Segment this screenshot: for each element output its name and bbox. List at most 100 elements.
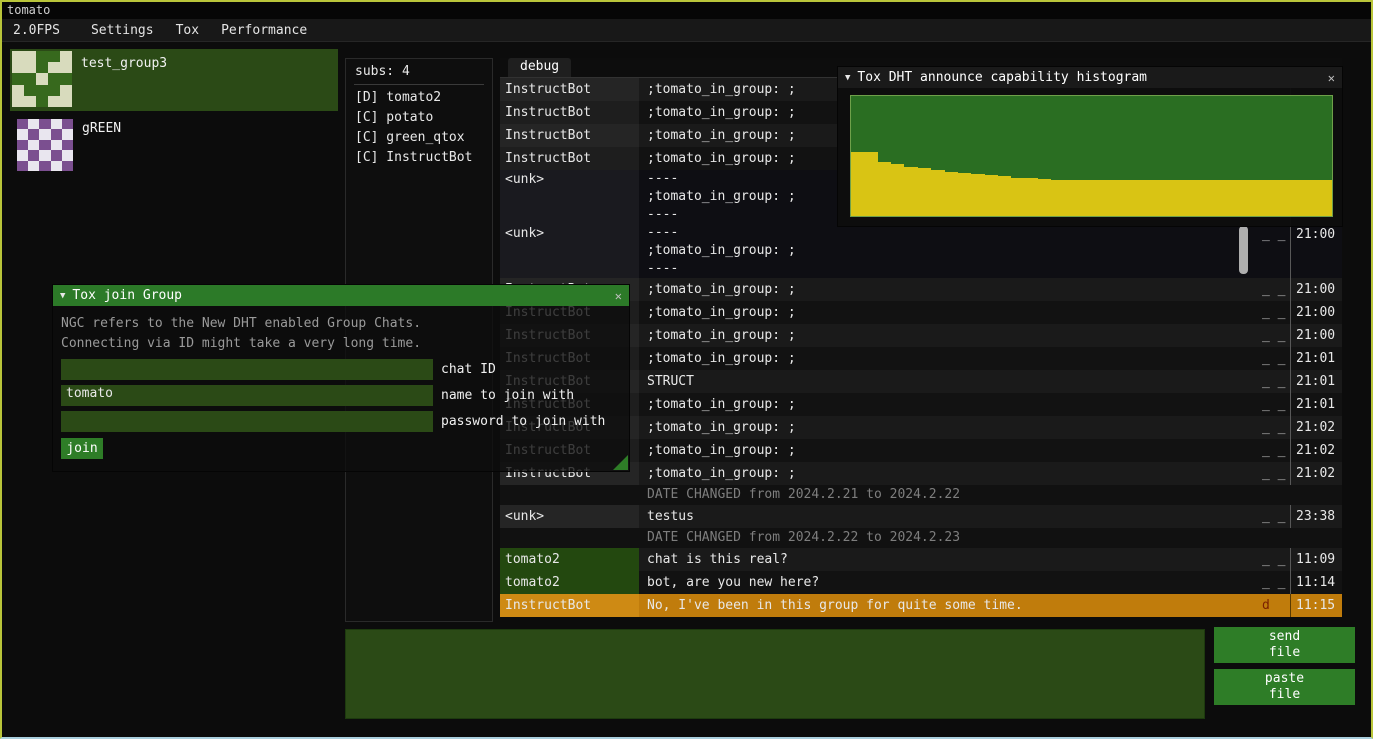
sender-name: tomato2: [500, 571, 639, 594]
message-text: ;tomato_in_group: ;: [639, 304, 1258, 322]
group-name: test_group3: [81, 51, 167, 109]
message-text: ;tomato_in_group: ;: [639, 442, 1258, 460]
message-status-flags: _ _: [1258, 509, 1290, 524]
sender-name: <unk>: [500, 505, 639, 528]
message-time: 21:01: [1290, 393, 1342, 416]
menu-item-settings[interactable]: Settings: [80, 19, 165, 41]
message-status-flags: _ _: [1258, 552, 1290, 567]
paste-file-button[interactable]: paste file: [1214, 669, 1355, 705]
app-window: tomato 2.0FPS Settings Tox Performance t…: [0, 0, 1373, 739]
message-text: ;tomato_in_group: ;: [639, 327, 1258, 345]
join-window-title: Tox join Group: [72, 288, 607, 303]
sender-name: InstructBot: [500, 124, 639, 147]
window-title: tomato: [7, 3, 50, 17]
message-text: STRUCT: [639, 373, 1258, 391]
group-item-green[interactable]: gREEN: [10, 114, 338, 176]
message-time: 23:38: [1290, 505, 1342, 528]
message-status-flags: _ _: [1258, 305, 1290, 320]
message-status-flags: _ _: [1258, 443, 1290, 458]
message-time: 11:14: [1290, 571, 1342, 594]
message-text: No, I've been in this group for quite so…: [639, 597, 1258, 615]
join-window-titlebar[interactable]: ▼ Tox join Group ✕: [53, 285, 629, 306]
message-status-flags: _ _: [1258, 374, 1290, 389]
histogram-window-title: Tox DHT announce capability histogram: [857, 70, 1320, 85]
chat-id-input[interactable]: [61, 359, 433, 380]
close-icon[interactable]: ✕: [1328, 71, 1335, 85]
histogram-window-titlebar[interactable]: ▼ Tox DHT announce capability histogram …: [838, 67, 1342, 88]
join-password-label: password to join with: [441, 414, 605, 429]
group-name: gREEN: [82, 116, 121, 174]
join-name-input[interactable]: tomato: [61, 385, 433, 406]
message-time: 21:00: [1290, 224, 1342, 278]
message-time: 21:00: [1290, 301, 1342, 324]
collapse-arrow-icon[interactable]: ▼: [845, 73, 850, 83]
message-time: 11:09: [1290, 548, 1342, 571]
member-item[interactable]: [C] green_qtox: [346, 128, 492, 148]
message-status-flags: _ _: [1258, 282, 1290, 297]
member-item[interactable]: [C] InstructBot: [346, 148, 492, 168]
sender-name: InstructBot: [500, 101, 639, 124]
message-text: chat is this real?: [639, 551, 1258, 569]
date-changed-text: DATE CHANGED from 2024.2.22 to 2024.2.23: [639, 529, 1342, 547]
members-count: subs: 4: [346, 59, 492, 82]
sender-name: <unk>: [500, 224, 639, 278]
sender-name: InstructBot: [500, 147, 639, 170]
message-status-flags: _ _: [1258, 328, 1290, 343]
chat-id-label: chat ID: [441, 362, 496, 377]
message-status-flags: _ _: [1258, 575, 1290, 590]
message-row[interactable]: <unk>testus_ _23:38: [500, 505, 1342, 528]
group-item-test-group3[interactable]: test_group3: [10, 49, 338, 111]
message-input[interactable]: [345, 629, 1205, 719]
message-text: ;tomato_in_group: ;: [639, 350, 1258, 368]
date-changed-row: DATE CHANGED from 2024.2.21 to 2024.2.22: [500, 485, 1342, 505]
join-name-label: name to join with: [441, 388, 574, 403]
send-file-button[interactable]: send file: [1214, 627, 1355, 663]
message-text: ;tomato_in_group: ;: [639, 419, 1258, 437]
message-text: testus: [639, 508, 1258, 526]
message-time: 21:02: [1290, 416, 1342, 439]
message-status-flags: _ _: [1258, 466, 1290, 481]
message-row[interactable]: tomato2chat is this real?_ _11:09: [500, 548, 1342, 571]
separator: [354, 84, 484, 85]
message-time: 21:01: [1290, 370, 1342, 393]
sender-name: InstructBot: [500, 78, 639, 101]
member-item[interactable]: [C] potato: [346, 108, 492, 128]
message-row[interactable]: tomato2bot, are you new here?_ _11:14: [500, 571, 1342, 594]
date-changed-text: DATE CHANGED from 2024.2.21 to 2024.2.22: [639, 486, 1342, 504]
date-changed-row: DATE CHANGED from 2024.2.22 to 2024.2.23: [500, 528, 1342, 548]
message-status-flags: _ _: [1258, 351, 1290, 366]
message-row[interactable]: InstructBotNo, I've been in this group f…: [500, 594, 1342, 617]
menu-item-tox[interactable]: Tox: [165, 19, 210, 41]
chat-scrollbar[interactable]: [1239, 226, 1248, 274]
sender-name: tomato2: [500, 548, 639, 571]
message-text: ;tomato_in_group: ;: [639, 396, 1258, 414]
tab-debug[interactable]: debug: [508, 58, 571, 77]
menubar: 2.0FPS Settings Tox Performance: [2, 19, 1371, 42]
message-text: ---- ;tomato_in_group: ; ----: [639, 224, 1258, 278]
window-titlebar[interactable]: tomato: [2, 2, 1371, 19]
sender-name: InstructBot: [500, 594, 639, 617]
message-time: 11:15: [1290, 594, 1342, 617]
message-status-flags: _ _: [1258, 397, 1290, 412]
histogram-plot: [850, 95, 1333, 217]
join-password-input[interactable]: [61, 411, 433, 432]
members-list: [D] tomato2[C] potato[C] green_qtox[C] I…: [346, 88, 492, 168]
group-avatar-icon: [12, 51, 72, 107]
message-time: 21:00: [1290, 324, 1342, 347]
join-button[interactable]: join: [61, 438, 103, 459]
message-status-flags: d: [1258, 598, 1290, 613]
message-text: ;tomato_in_group: ;: [639, 281, 1258, 299]
fps-counter: 2.0FPS: [2, 19, 80, 41]
message-row[interactable]: <unk>---- ;tomato_in_group: ; ----_ _21:…: [500, 224, 1342, 278]
close-icon[interactable]: ✕: [615, 289, 622, 303]
join-group-window: ▼ Tox join Group ✕ NGC refers to the New…: [52, 284, 630, 472]
message-time: 21:01: [1290, 347, 1342, 370]
menu-item-performance[interactable]: Performance: [210, 19, 318, 41]
message-text: bot, are you new here?: [639, 574, 1258, 592]
group-avatar-icon: [17, 119, 73, 171]
join-hint-line1: NGC refers to the New DHT enabled Group …: [61, 314, 621, 334]
resize-grip-icon[interactable]: [613, 455, 628, 470]
join-hint-line2: Connecting via ID might take a very long…: [61, 334, 621, 354]
collapse-arrow-icon[interactable]: ▼: [60, 291, 65, 301]
member-item[interactable]: [D] tomato2: [346, 88, 492, 108]
